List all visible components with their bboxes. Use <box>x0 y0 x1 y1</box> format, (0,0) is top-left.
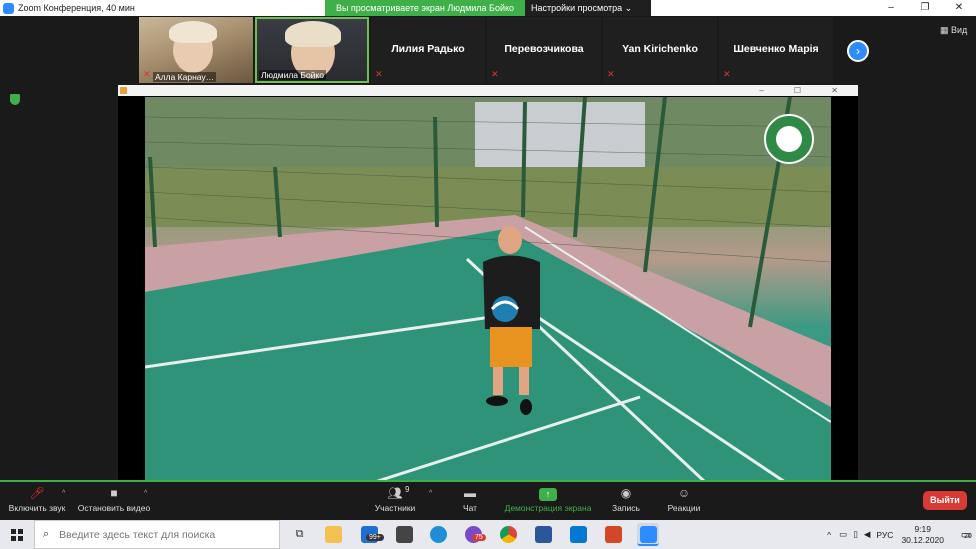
meeting-controls: 🎤︎ Включить звук ^ ■ Остановить видео ^ … <box>0 482 976 520</box>
participant-hair <box>169 21 217 43</box>
participant-tile[interactable]: Yan Kirichenko ✕ <box>603 17 717 83</box>
window-title: Zoom Конференция, 40 мин <box>18 3 135 13</box>
search-icon: ⌕ <box>43 528 50 540</box>
screen-share-banner: Вы просматриваете экран Людмила Бойко На… <box>325 0 651 16</box>
video-options-caret[interactable]: ^ <box>144 490 147 497</box>
muted-mic-icon: 🎤︎ <box>29 486 45 500</box>
audio-options-caret[interactable]: ^ <box>62 490 65 497</box>
tray-expand-icon[interactable]: ^ <box>827 530 831 540</box>
reactions-button[interactable]: ☺ Реакции <box>664 486 704 513</box>
muted-mic-icon: ✕ <box>491 69 499 79</box>
participant-name: Алла Карнау… <box>153 72 217 82</box>
notification-count: 20 <box>964 533 972 540</box>
muted-mic-icon: ✕ <box>375 69 383 79</box>
video-scene <box>145 97 831 482</box>
unmute-button[interactable]: 🎤︎ Включить звук ^ <box>6 486 68 513</box>
taskbar-clock[interactable]: 9:19 30.12.2020 <box>901 524 944 546</box>
network-icon[interactable]: ▭ <box>839 529 847 540</box>
participant-tile-active-speaker[interactable]: Людмила Бойко <box>255 17 369 83</box>
battery-icon[interactable]: ▯ <box>853 529 858 540</box>
chat-label: Чат <box>462 503 478 513</box>
windows-logo-icon <box>11 528 23 541</box>
powerpoint-icon[interactable] <box>605 526 622 543</box>
background-building <box>475 102 645 172</box>
participant-tile[interactable]: Шевченко Марія ✕ <box>719 17 833 83</box>
zoom-window: Zoom Конференция, 40 мин – ❐ ✕ Вы просма… <box>0 0 976 549</box>
zoom-app-icon <box>640 526 657 543</box>
gallery-next-page-button[interactable]: › <box>847 40 869 62</box>
viewing-share-message: Вы просматриваете экран Людмила Бойко <box>325 0 525 16</box>
participants-options-caret[interactable]: ^ <box>429 490 432 497</box>
participants-button[interactable]: 👥︎ 9 Участники ^ <box>372 485 433 513</box>
action-center-button[interactable]: ▭ 20 <box>956 528 976 541</box>
share-screen-label: Демонстрация экрана <box>504 503 592 513</box>
restore-button[interactable]: ❐ <box>908 0 942 16</box>
input-language[interactable]: РУС <box>876 530 893 540</box>
file-explorer-icon[interactable] <box>325 526 342 543</box>
participant-name: Людмила Бойко <box>259 70 326 80</box>
start-button[interactable] <box>0 520 34 549</box>
view-mode-label: Вид <box>951 25 968 35</box>
smiley-plus-icon: ☺ <box>677 486 691 500</box>
muted-mic-icon: ✕ <box>723 69 731 79</box>
participant-name: Шевченко Марія <box>733 43 819 55</box>
taskbar-search-input[interactable] <box>59 528 260 541</box>
participant-name: Перевозчикова <box>504 43 584 55</box>
reactions-label: Реакции <box>667 503 701 513</box>
record-icon: ◉ <box>620 486 632 500</box>
shared-video-frame <box>145 97 831 482</box>
share-screen-button[interactable]: ↑ Демонстрация экрана <box>502 486 594 513</box>
clock-date: 30.12.2020 <box>901 534 944 545</box>
store-icon[interactable] <box>396 526 413 543</box>
chat-bubble-icon: ▬ <box>464 486 476 500</box>
stop-video-button[interactable]: ■ Остановить видео ^ <box>76 486 152 513</box>
participant-name: Yan Kirichenko <box>622 43 698 55</box>
system-tray: ^ ▭ ▯ ◀ РУС 9:19 30.12.2020 ▭ 20 <box>827 520 976 549</box>
chat-button[interactable]: ▬ Чат <box>455 486 485 513</box>
participants-count: 9 <box>405 485 410 494</box>
participants-icon: 👥︎ <box>387 486 403 500</box>
unmute-label: Включить звук <box>8 503 66 513</box>
window-controls: – ❐ ✕ <box>874 0 976 16</box>
close-window-button[interactable]: ✕ <box>942 0 976 16</box>
edge-browser-icon[interactable] <box>430 526 447 543</box>
minimize-button[interactable]: – <box>874 0 908 16</box>
shared-app-titlebar: – ☐ ✕ <box>118 85 858 96</box>
word-icon[interactable] <box>535 526 552 543</box>
stop-video-label: Остановить видео <box>77 503 151 513</box>
participants-label: Участники <box>374 503 416 513</box>
zoom-app-icon <box>3 2 14 14</box>
participant-tile[interactable]: ✕ Алла Карнау… <box>139 17 253 83</box>
participant-gallery: ✕ Алла Карнау… Людмила Бойко Лилия Радьк… <box>139 17 833 83</box>
participant-name: Лилия Радько <box>391 43 465 55</box>
record-label: Запись <box>612 503 640 513</box>
video-camera-icon: ■ <box>110 486 118 500</box>
media-player-icon[interactable] <box>570 526 587 543</box>
taskbar-search[interactable]: ⌕ <box>34 520 280 549</box>
view-mode-button[interactable]: ▦ Вид <box>940 25 967 36</box>
share-screen-icon: ↑ <box>502 486 594 501</box>
grid-view-icon: ▦ <box>940 25 949 35</box>
club-logo-center <box>776 126 802 152</box>
participant-tile[interactable]: Перевозчикова ✕ <box>487 17 601 83</box>
view-options-dropdown[interactable]: Настройки просмотра ⌄ <box>525 0 651 16</box>
leave-meeting-button[interactable]: Выйти <box>923 491 967 510</box>
shared-screen: – ☐ ✕ <box>118 85 858 482</box>
volume-icon[interactable]: ◀ <box>864 529 871 540</box>
participant-tile[interactable]: Лилия Радько ✕ <box>371 17 485 83</box>
record-button[interactable]: ◉ Запись <box>606 486 646 513</box>
shared-app-window-controls: – ☐ ✕ <box>759 86 852 95</box>
task-view-icon[interactable]: ⧉ <box>291 526 308 543</box>
encryption-shield-icon[interactable] <box>10 94 20 105</box>
muted-mic-icon: ✕ <box>607 69 615 79</box>
viber-badge: 75 <box>472 534 486 541</box>
clock-time: 9:19 <box>914 523 931 534</box>
participant-hair <box>285 21 341 47</box>
mail-badge: 99+ <box>366 534 384 541</box>
shared-app-icon <box>120 87 127 94</box>
chrome-icon[interactable] <box>500 526 517 543</box>
muted-mic-icon: ✕ <box>143 69 151 79</box>
chevron-right-icon: › <box>856 44 860 58</box>
